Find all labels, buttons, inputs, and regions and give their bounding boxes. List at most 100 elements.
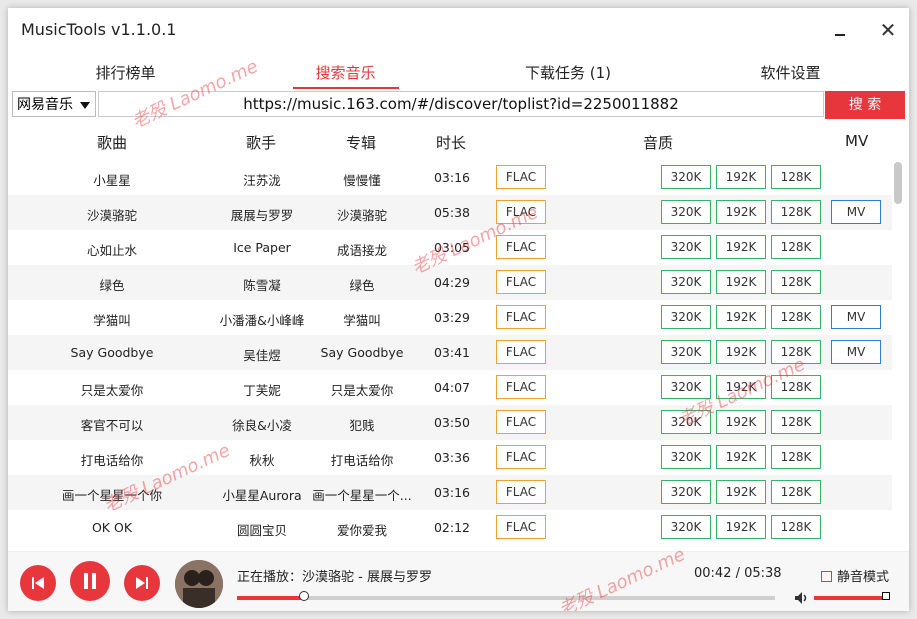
mute-toggle[interactable]: 静音模式 bbox=[821, 566, 889, 585]
song-duration: 05:38 bbox=[433, 205, 471, 220]
song-duration: 03:16 bbox=[433, 485, 471, 500]
pause-icon bbox=[84, 573, 96, 589]
now-playing: 正在播放：沙漠骆驼 - 展展与罗罗 bbox=[237, 570, 432, 585]
close-icon: ✕ bbox=[879, 18, 897, 42]
previous-icon bbox=[32, 577, 44, 589]
flac-button[interactable]: FLAC bbox=[496, 445, 546, 469]
previous-button[interactable] bbox=[20, 565, 56, 601]
source-select-value: 网易音乐 bbox=[17, 97, 73, 113]
quality-192k-button[interactable]: 192K bbox=[716, 305, 766, 329]
tab-downloads[interactable]: 下载任务 (1) bbox=[513, 62, 623, 83]
song-album: 成语接龙 bbox=[336, 243, 387, 258]
song-album: 爱你爱我 bbox=[336, 523, 387, 538]
app-window: MusicTools v1.1.0.1 ✕ 排行榜单 搜索音乐 下载任务 (1)… bbox=[8, 8, 909, 611]
song-duration: 03:16 bbox=[433, 170, 471, 185]
flac-button[interactable]: FLAC bbox=[496, 305, 546, 329]
table-row[interactable]: Say Goodbye 吴佳煜 Say Goodbye 03:41 FLAC 320K 19… bbox=[8, 335, 892, 370]
search-button[interactable]: 搜 索 bbox=[825, 91, 905, 119]
song-artist: 圆圆宝贝 bbox=[236, 523, 287, 538]
progress-bar[interactable] bbox=[237, 591, 775, 601]
quality-128k-button[interactable]: 128K bbox=[771, 445, 821, 469]
song-artist: Ice Paper bbox=[233, 240, 291, 255]
tab-charts[interactable]: 排行榜单 bbox=[78, 62, 173, 83]
table-row[interactable]: 学猫叫 小潘潘&小峰峰 学猫叫 03:29 FLAC 320K 192K 128K MV bbox=[8, 300, 892, 335]
song-duration: 04:29 bbox=[433, 275, 471, 290]
quality-192k-button[interactable]: 192K bbox=[716, 200, 766, 224]
table-row[interactable]: 打电话给你 秋秋 打电话给你 03:36 FLAC 320K 192K 128K bbox=[8, 440, 892, 475]
quality-128k-button[interactable]: 128K bbox=[771, 165, 821, 189]
quality-128k-button[interactable]: 128K bbox=[771, 480, 821, 504]
next-icon bbox=[136, 577, 148, 589]
quality-320k-button[interactable]: 320K bbox=[661, 445, 711, 469]
flac-button[interactable]: FLAC bbox=[496, 515, 546, 539]
progress-handle[interactable] bbox=[298, 591, 309, 601]
quality-128k-button[interactable]: 128K bbox=[771, 515, 821, 539]
quality-320k-button[interactable]: 320K bbox=[661, 200, 711, 224]
song-artist: 徐良&小凌 bbox=[232, 418, 292, 433]
play-time: 00:42 / 05:38 bbox=[694, 566, 782, 581]
quality-192k-button[interactable]: 192K bbox=[716, 445, 766, 469]
quality-192k-button[interactable]: 192K bbox=[716, 235, 766, 259]
quality-128k-button[interactable]: 128K bbox=[771, 410, 821, 434]
tab-search[interactable]: 搜索音乐 bbox=[298, 62, 393, 83]
table-row[interactable]: 客官不可以 徐良&小凌 犯贱 03:50 FLAC 320K 192K 128K bbox=[8, 405, 892, 440]
song-artist: 小星星Aurora bbox=[222, 488, 302, 503]
table-row[interactable]: 小星星 汪苏泷 慢慢懂 03:16 FLAC 320K 192K 128K bbox=[8, 160, 892, 195]
progress-fill bbox=[237, 596, 304, 600]
table-row[interactable]: 绿色 陈雪凝 绿色 04:29 FLAC 320K 192K 128K bbox=[8, 265, 892, 300]
flac-button[interactable]: FLAC bbox=[496, 410, 546, 434]
mv-button[interactable]: MV bbox=[831, 200, 881, 224]
quality-320k-button[interactable]: 320K bbox=[661, 305, 711, 329]
quality-128k-button[interactable]: 128K bbox=[771, 200, 821, 224]
table-row[interactable]: 沙漠骆驼 展展与罗罗 沙漠骆驼 05:38 FLAC 320K 192K 128K MV bbox=[8, 195, 892, 230]
header-artist: 歌手 bbox=[246, 134, 277, 152]
table-row[interactable]: OK OK 圆圆宝贝 爱你爱我 02:12 FLAC 320K 192K 128K bbox=[8, 510, 892, 545]
scrollbar-thumb[interactable] bbox=[894, 162, 902, 204]
quality-192k-button[interactable]: 192K bbox=[716, 165, 766, 189]
song-artist: 吴佳煜 bbox=[243, 348, 281, 363]
quality-128k-button[interactable]: 128K bbox=[771, 235, 821, 259]
player-bar: 正在播放：沙漠骆驼 - 展展与罗罗 00:42 / 05:38 静音模式 bbox=[8, 551, 909, 611]
quality-192k-button[interactable]: 192K bbox=[716, 480, 766, 504]
song-duration: 03:36 bbox=[433, 450, 471, 465]
volume-slider[interactable] bbox=[814, 592, 890, 600]
quality-320k-button[interactable]: 320K bbox=[661, 480, 711, 504]
song-album: 只是太爱你 bbox=[330, 383, 394, 398]
quality-128k-button[interactable]: 128K bbox=[771, 305, 821, 329]
next-button[interactable] bbox=[124, 565, 160, 601]
quality-192k-button[interactable]: 192K bbox=[716, 340, 766, 364]
mv-button[interactable]: MV bbox=[831, 305, 881, 329]
flac-button[interactable]: FLAC bbox=[496, 480, 546, 504]
song-title: 小星星 bbox=[93, 173, 131, 188]
flac-button[interactable]: FLAC bbox=[496, 340, 546, 364]
song-title: 只是太爱你 bbox=[80, 383, 144, 398]
quality-320k-button[interactable]: 320K bbox=[661, 270, 711, 294]
mute-checkbox[interactable] bbox=[821, 571, 832, 582]
quality-192k-button[interactable]: 192K bbox=[716, 515, 766, 539]
pause-button[interactable] bbox=[70, 561, 110, 601]
song-duration: 02:12 bbox=[433, 520, 471, 535]
flac-button[interactable]: FLAC bbox=[496, 375, 546, 399]
chevron-down-icon bbox=[80, 102, 90, 109]
quality-128k-button[interactable]: 128K bbox=[771, 270, 821, 294]
close-button[interactable]: ✕ bbox=[874, 18, 902, 42]
flac-button[interactable]: FLAC bbox=[496, 165, 546, 189]
quality-320k-button[interactable]: 320K bbox=[661, 340, 711, 364]
title-bar: MusicTools v1.1.0.1 ✕ bbox=[8, 8, 909, 52]
flac-button[interactable]: FLAC bbox=[496, 270, 546, 294]
quality-320k-button[interactable]: 320K bbox=[661, 165, 711, 189]
quality-320k-button[interactable]: 320K bbox=[661, 515, 711, 539]
quality-192k-button[interactable]: 192K bbox=[716, 270, 766, 294]
volume-handle[interactable] bbox=[882, 592, 890, 600]
minimize-button[interactable] bbox=[826, 18, 854, 42]
source-select[interactable]: 网易音乐 bbox=[12, 91, 96, 117]
mv-button[interactable]: MV bbox=[831, 340, 881, 364]
quality-320k-button[interactable]: 320K bbox=[661, 235, 711, 259]
tab-settings[interactable]: 软件设置 bbox=[743, 62, 838, 83]
song-album: 慢慢懂 bbox=[343, 173, 381, 188]
song-duration: 03:50 bbox=[433, 415, 471, 430]
volume-icon[interactable] bbox=[794, 591, 810, 605]
song-title: OK OK bbox=[91, 520, 133, 535]
song-duration: 03:29 bbox=[433, 310, 471, 325]
song-title: 心如止水 bbox=[86, 243, 137, 258]
